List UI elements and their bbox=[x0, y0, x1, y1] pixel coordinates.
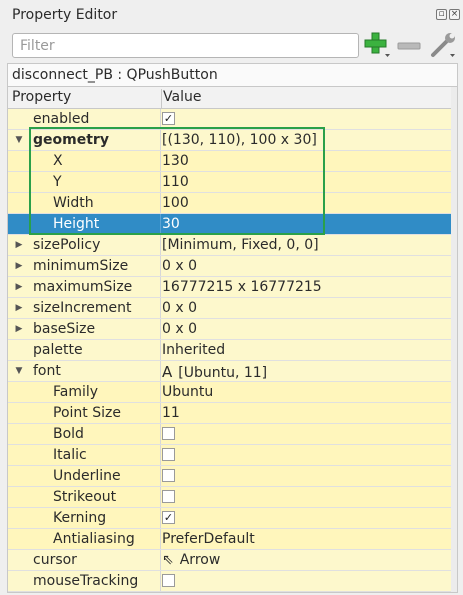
prop-value: Arrow bbox=[179, 552, 221, 568]
filter-field[interactable] bbox=[12, 33, 359, 58]
class-label-text: disconnect_PB : QPushButton bbox=[12, 67, 218, 83]
remove-property-button[interactable] bbox=[396, 30, 426, 60]
header-divider bbox=[161, 89, 162, 110]
prop-name: cursor bbox=[33, 552, 77, 568]
prop-value[interactable]: [(130, 110), 100 x 30] bbox=[162, 132, 317, 148]
collapse-arrow-icon[interactable]: ▼ bbox=[14, 135, 24, 145]
prop-value[interactable]: 110 bbox=[162, 174, 189, 190]
row-maximumsize[interactable]: ▶ maximumSize 16777215 x 16777215 bbox=[8, 277, 457, 298]
row-mousetracking[interactable]: mouseTracking bbox=[8, 571, 457, 592]
font-icon: A bbox=[162, 363, 173, 381]
float-icon[interactable]: ▫ bbox=[436, 9, 447, 20]
row-pointsize[interactable]: Point Size 11 bbox=[8, 403, 457, 424]
kerning-checkbox[interactable]: ✓ bbox=[162, 511, 175, 524]
close-icon[interactable]: × bbox=[449, 9, 460, 20]
prop-value[interactable]: 30 bbox=[162, 216, 180, 232]
prop-name: mouseTracking bbox=[33, 573, 139, 589]
expand-arrow-icon[interactable]: ▶ bbox=[14, 261, 24, 271]
prop-name: Family bbox=[53, 384, 99, 400]
prop-name: Strikeout bbox=[53, 489, 117, 505]
prop-value[interactable]: 0 x 0 bbox=[162, 258, 197, 274]
row-antialiasing[interactable]: Antialiasing PreferDefault bbox=[8, 529, 457, 550]
row-x[interactable]: X 130 bbox=[8, 151, 457, 172]
row-kerning[interactable]: Kerning ✓ bbox=[8, 508, 457, 529]
prop-name: Width bbox=[53, 195, 94, 211]
row-family[interactable]: Family Ubuntu bbox=[8, 382, 457, 403]
expand-arrow-icon[interactable]: ▶ bbox=[14, 303, 24, 313]
header-property[interactable]: Property bbox=[12, 89, 71, 105]
plus-icon bbox=[364, 32, 390, 57]
prop-name: font bbox=[33, 363, 61, 379]
add-property-button[interactable] bbox=[363, 30, 393, 60]
configure-button[interactable] bbox=[428, 30, 458, 60]
prop-name: Antialiasing bbox=[53, 531, 135, 547]
filter-input[interactable] bbox=[18, 34, 352, 58]
minus-icon bbox=[397, 42, 421, 50]
row-underline[interactable]: Underline bbox=[8, 466, 457, 487]
wrench-icon bbox=[431, 33, 455, 57]
row-cursor[interactable]: cursor ⇖ Arrow bbox=[8, 550, 457, 571]
row-height-selected[interactable]: Height 30 bbox=[8, 214, 457, 235]
row-sizepolicy[interactable]: ▶ sizePolicy [Minimum, Fixed, 0, 0] bbox=[8, 235, 457, 256]
prop-value[interactable]: 11 bbox=[162, 405, 180, 421]
prop-value[interactable]: Ubuntu bbox=[162, 384, 213, 400]
prop-name: geometry bbox=[33, 132, 109, 148]
prop-value[interactable]: 130 bbox=[162, 153, 189, 169]
enabled-checkbox[interactable]: ✓ bbox=[162, 112, 175, 125]
table-header: Property Value bbox=[8, 87, 457, 110]
row-font[interactable]: ▼ font A [Ubuntu, 11] bbox=[8, 361, 457, 382]
prop-value[interactable]: 16777215 x 16777215 bbox=[162, 279, 322, 295]
row-width[interactable]: Width 100 bbox=[8, 193, 457, 214]
row-sizeincrement[interactable]: ▶ sizeIncrement 0 x 0 bbox=[8, 298, 457, 319]
expand-arrow-icon[interactable]: ▶ bbox=[14, 282, 24, 292]
prop-name: enabled bbox=[33, 111, 90, 127]
prop-name: Height bbox=[53, 216, 100, 232]
window-title: Property Editor bbox=[12, 7, 118, 23]
prop-name: sizeIncrement bbox=[33, 300, 132, 316]
property-table[interactable]: Property Value enabled ✓ ▼ geometry [(13… bbox=[7, 87, 458, 593]
prop-name: maximumSize bbox=[33, 279, 133, 295]
row-italic[interactable]: Italic bbox=[8, 445, 457, 466]
prop-name: Bold bbox=[53, 426, 84, 442]
italic-checkbox[interactable] bbox=[162, 448, 175, 461]
header-value[interactable]: Value bbox=[163, 89, 201, 105]
prop-name: Underline bbox=[53, 468, 121, 484]
vertical-scrollbar[interactable] bbox=[451, 87, 457, 592]
row-enabled[interactable]: enabled ✓ bbox=[8, 109, 457, 130]
prop-name: Point Size bbox=[53, 405, 121, 421]
prop-name: sizePolicy bbox=[33, 237, 101, 253]
row-minimumsize[interactable]: ▶ minimumSize 0 x 0 bbox=[8, 256, 457, 277]
prop-value[interactable]: 100 bbox=[162, 195, 189, 211]
prop-value[interactable]: Inherited bbox=[162, 342, 225, 358]
bold-checkbox[interactable] bbox=[162, 427, 175, 440]
collapse-arrow-icon[interactable]: ▼ bbox=[14, 366, 24, 376]
row-basesize[interactable]: ▶ baseSize 0 x 0 bbox=[8, 319, 457, 340]
title-bar: Property Editor ▫ × bbox=[0, 0, 463, 30]
prop-value[interactable]: PreferDefault bbox=[162, 531, 255, 547]
mousetracking-checkbox[interactable] bbox=[162, 574, 175, 587]
object-class-label: disconnect_PB : QPushButton bbox=[7, 63, 458, 87]
expand-arrow-icon[interactable]: ▶ bbox=[14, 240, 24, 250]
prop-name: minimumSize bbox=[33, 258, 129, 274]
row-y[interactable]: Y 110 bbox=[8, 172, 457, 193]
underline-checkbox[interactable] bbox=[162, 469, 175, 482]
prop-name: Y bbox=[53, 174, 62, 190]
prop-value[interactable]: 0 x 0 bbox=[162, 321, 197, 337]
prop-value[interactable]: 0 x 0 bbox=[162, 300, 197, 316]
prop-value: [Ubuntu, 11] bbox=[178, 365, 268, 381]
strikeout-checkbox[interactable] bbox=[162, 490, 175, 503]
row-bold[interactable]: Bold bbox=[8, 424, 457, 445]
prop-name: baseSize bbox=[33, 321, 96, 337]
cursor-arrow-icon: ⇖ bbox=[162, 552, 174, 568]
prop-name: X bbox=[53, 153, 63, 169]
prop-name: Italic bbox=[53, 447, 87, 463]
expand-arrow-icon[interactable]: ▶ bbox=[14, 324, 24, 334]
prop-value[interactable]: [Minimum, Fixed, 0, 0] bbox=[162, 237, 319, 253]
row-strikeout[interactable]: Strikeout bbox=[8, 487, 457, 508]
row-palette[interactable]: palette Inherited bbox=[8, 340, 457, 361]
prop-name: palette bbox=[33, 342, 83, 358]
row-geometry[interactable]: ▼ geometry [(130, 110), 100 x 30] bbox=[8, 130, 457, 151]
prop-name: Kerning bbox=[53, 510, 107, 526]
